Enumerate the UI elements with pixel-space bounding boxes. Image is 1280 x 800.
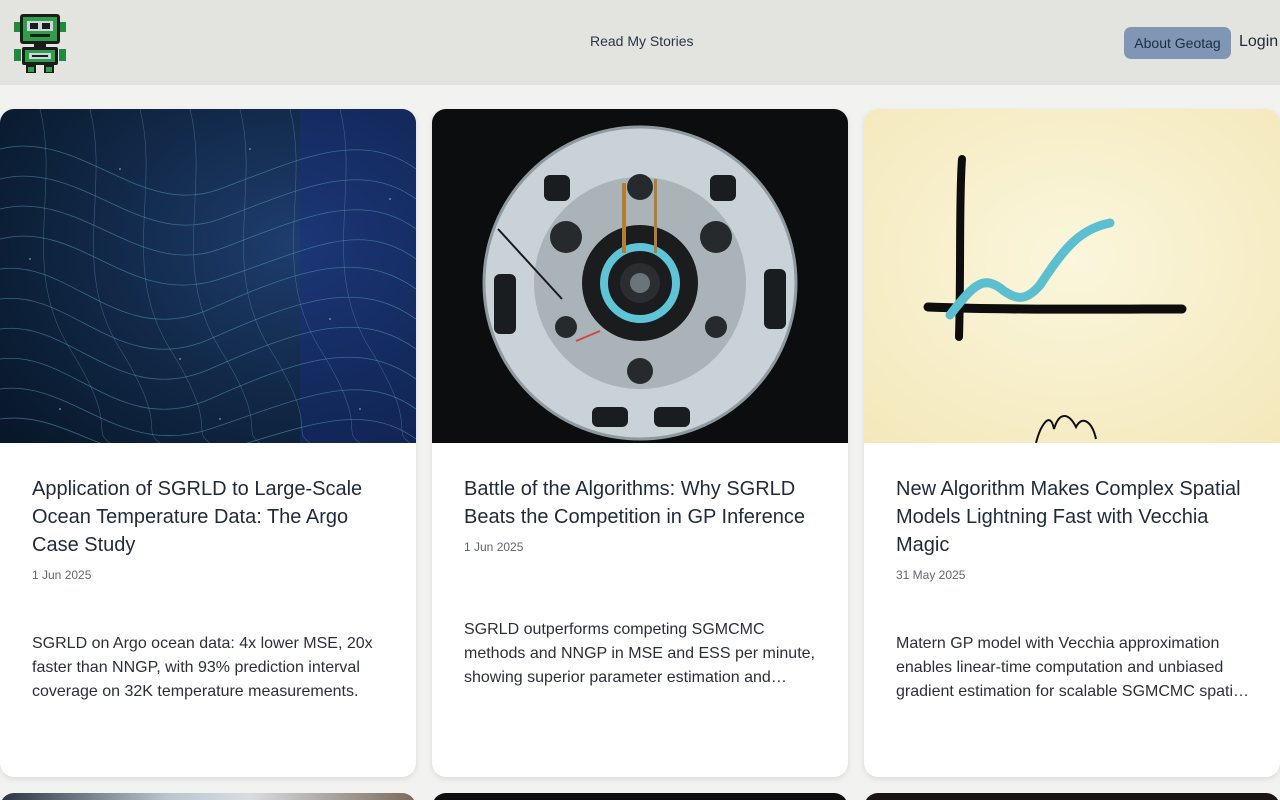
card-title: New Algorithm Makes Complex Spatial Mode… <box>896 478 1241 556</box>
card-date: 31 May 2025 <box>896 568 966 582</box>
blue-particle-wave-image <box>0 109 416 460</box>
next-story-card-image[interactable] <box>0 793 416 800</box>
card-description: SGRLD outperforms competing SGMCMC metho… <box>464 621 815 686</box>
read-my-stories-link[interactable]: Read My Stories <box>590 33 693 49</box>
circular-machine-image <box>432 109 848 443</box>
about-geotag-button[interactable]: About Geotag <box>1124 27 1231 59</box>
card-date: 1 Jun 2025 <box>32 568 92 582</box>
next-story-card-image[interactable] <box>432 793 848 800</box>
card-title: Application of SGRLD to Large-Scale Ocea… <box>32 478 363 556</box>
hand-drawn-graph-image <box>864 109 1280 444</box>
card-description: Matern GP model with Vecchia approximati… <box>896 635 1246 700</box>
card-title: Battle of the Algorithms: Why SGRLD Beat… <box>464 478 805 528</box>
next-story-card-image[interactable] <box>864 793 1280 800</box>
story-card[interactable]: Battle of the Algorithms: Why SGRLD Beat… <box>432 109 848 777</box>
story-card[interactable]: New Algorithm Makes Complex Spatial Mode… <box>864 109 1280 777</box>
top-navbar: Read My Stories About Geotag Login <box>0 0 1280 85</box>
login-link[interactable]: Login <box>1239 33 1278 51</box>
robot-logo-icon[interactable] <box>8 12 72 74</box>
story-card[interactable]: Application of SGRLD to Large-Scale Ocea… <box>0 109 416 777</box>
card-description: SGRLD on Argo ocean data: 4x lower MSE, … <box>32 635 373 700</box>
card-date: 1 Jun 2025 <box>464 540 524 554</box>
